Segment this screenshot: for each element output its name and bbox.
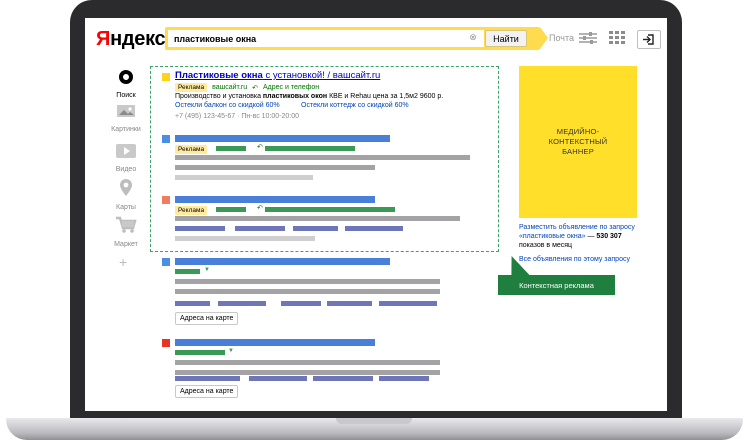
ad-badge: Реклама	[175, 83, 208, 92]
nav-images[interactable]: Картинки	[104, 103, 148, 133]
dropdown-icon[interactable]: ▼	[228, 348, 234, 354]
map-pin-icon	[120, 179, 132, 196]
ad-description: Производство и установка пластиковых око…	[175, 93, 444, 100]
placeholder-title-bar	[175, 135, 390, 142]
placeholder-address-bar	[265, 207, 395, 212]
banner-text: МЕДИЙНО-КОНТЕКСТНЫЙ БАННЕР	[548, 127, 608, 156]
placeholder-title-bar	[175, 258, 390, 265]
ad-contact-info: +7 (495) 123-45-67 · Пн-вс 10:00-20:00	[175, 113, 300, 120]
placeholder-text-bar	[175, 370, 440, 375]
nav-maps[interactable]: Карты	[104, 178, 148, 211]
nav-label: Маркет	[114, 241, 138, 248]
placeholder-title-bar	[175, 196, 375, 203]
placeholder-sitelink-bar	[379, 301, 437, 306]
result-marker	[162, 258, 170, 266]
nav-label: Карты	[116, 204, 136, 211]
phone-icon: ↶	[252, 84, 259, 92]
address-link[interactable]: Адрес и телефон	[263, 84, 319, 91]
login-button[interactable]	[637, 30, 661, 49]
placeholder-text-bar	[175, 279, 440, 284]
search-button[interactable]: Найти	[485, 30, 527, 47]
placeholder-text-bar	[175, 236, 315, 241]
placeholder-sitelink-bar	[313, 376, 373, 381]
ad-badge: Реклама	[175, 206, 208, 215]
placeholder-sitelink-bar	[175, 226, 225, 231]
nav-label: Картинки	[111, 126, 141, 133]
media-banner[interactable]: МЕДИЙНО-КОНТЕКСТНЫЙ БАННЕР	[519, 66, 637, 218]
search-input[interactable]	[168, 30, 484, 47]
cart-icon	[116, 216, 137, 233]
browser-screen: Яндекс ⊗ Найти Почта Поиск Картинки Виде…	[85, 18, 667, 411]
impressions-count: 530 307	[596, 233, 622, 240]
all-ads-link[interactable]: Все объявления по этому запросу	[519, 255, 630, 264]
ad-domain-link[interactable]: вашсайт.ru	[212, 84, 247, 91]
clear-icon[interactable]: ⊗	[468, 32, 478, 42]
placeholder-sitelink-bar	[327, 301, 372, 306]
placeholder-text-bar	[175, 289, 440, 294]
placeholder-title-bar	[175, 339, 375, 346]
placeholder-text-bar	[175, 360, 440, 365]
place-ad-block: Разместить объявление по запросу «пласти…	[519, 224, 635, 249]
placeholder-sitelink-bar	[175, 376, 240, 381]
placeholder-domain-bar	[216, 146, 246, 151]
map-addresses-button[interactable]: Адреса на карте	[175, 385, 239, 398]
ad-marker	[162, 135, 170, 143]
placeholder-sitelink-bar	[281, 301, 321, 306]
ad-badge: Реклама	[175, 145, 208, 154]
sitelink-balcony[interactable]: Остекли балкон со скидкой 60%	[175, 102, 280, 109]
nav-label: Видео	[115, 166, 137, 173]
search-icon	[119, 70, 133, 84]
placeholder-sitelink-bar	[249, 376, 307, 381]
placeholder-sitelink-bar	[218, 301, 266, 306]
map-addresses-button[interactable]: Адреса на карте	[175, 312, 239, 325]
more-services-icon[interactable]: +	[119, 254, 127, 270]
video-icon	[116, 144, 136, 158]
placeholder-domain-bar	[216, 207, 246, 212]
placeholder-text-bar	[175, 175, 313, 180]
laptop-base	[6, 418, 743, 440]
placeholder-sitelink-bar	[293, 226, 338, 231]
ad-marker	[162, 196, 170, 204]
placeholder-domain-bar	[175, 269, 200, 274]
phone-icon: ↶	[257, 144, 263, 151]
ad-meta-row: Реклама вашсайт.ru ↶ Адрес и телефон	[175, 83, 319, 92]
placeholder-sitelink-bar	[345, 226, 403, 231]
context-ad-callout: Контекстная реклама	[498, 275, 615, 295]
nav-video[interactable]: Видео	[104, 143, 148, 173]
placeholder-text-bar	[175, 216, 460, 221]
services-grid-icon[interactable]	[609, 31, 625, 50]
placeholder-sitelink-bar	[175, 301, 210, 306]
settings-icon[interactable]	[579, 31, 597, 50]
ad-title-link[interactable]: Пластиковые окна с установкой! / вашсайт…	[175, 70, 380, 81]
sitelink-cottage[interactable]: Остекли коттедж со скидкой 60%	[301, 102, 409, 109]
ad-marker	[162, 73, 170, 81]
placeholder-sitelink-bar	[379, 376, 429, 381]
result-marker	[162, 339, 170, 347]
nav-market[interactable]: Маркет	[104, 216, 148, 248]
images-icon	[117, 105, 135, 117]
dropdown-icon[interactable]: ▼	[204, 267, 210, 273]
mail-link[interactable]: Почта	[549, 33, 574, 43]
search-arrow-decoration	[540, 27, 548, 49]
placeholder-text-bar	[175, 155, 470, 160]
placeholder-domain-bar	[175, 350, 225, 355]
login-icon	[643, 34, 654, 45]
phone-icon: ↶	[257, 205, 263, 212]
nav-search[interactable]: Поиск	[104, 69, 148, 99]
nav-label: Поиск	[116, 92, 136, 99]
placeholder-address-bar	[265, 146, 355, 151]
placeholder-sitelink-bar	[235, 226, 285, 231]
yandex-logo[interactable]: Яндекс	[96, 28, 166, 51]
laptop-notch	[336, 418, 412, 424]
placeholder-text-bar	[175, 165, 375, 170]
